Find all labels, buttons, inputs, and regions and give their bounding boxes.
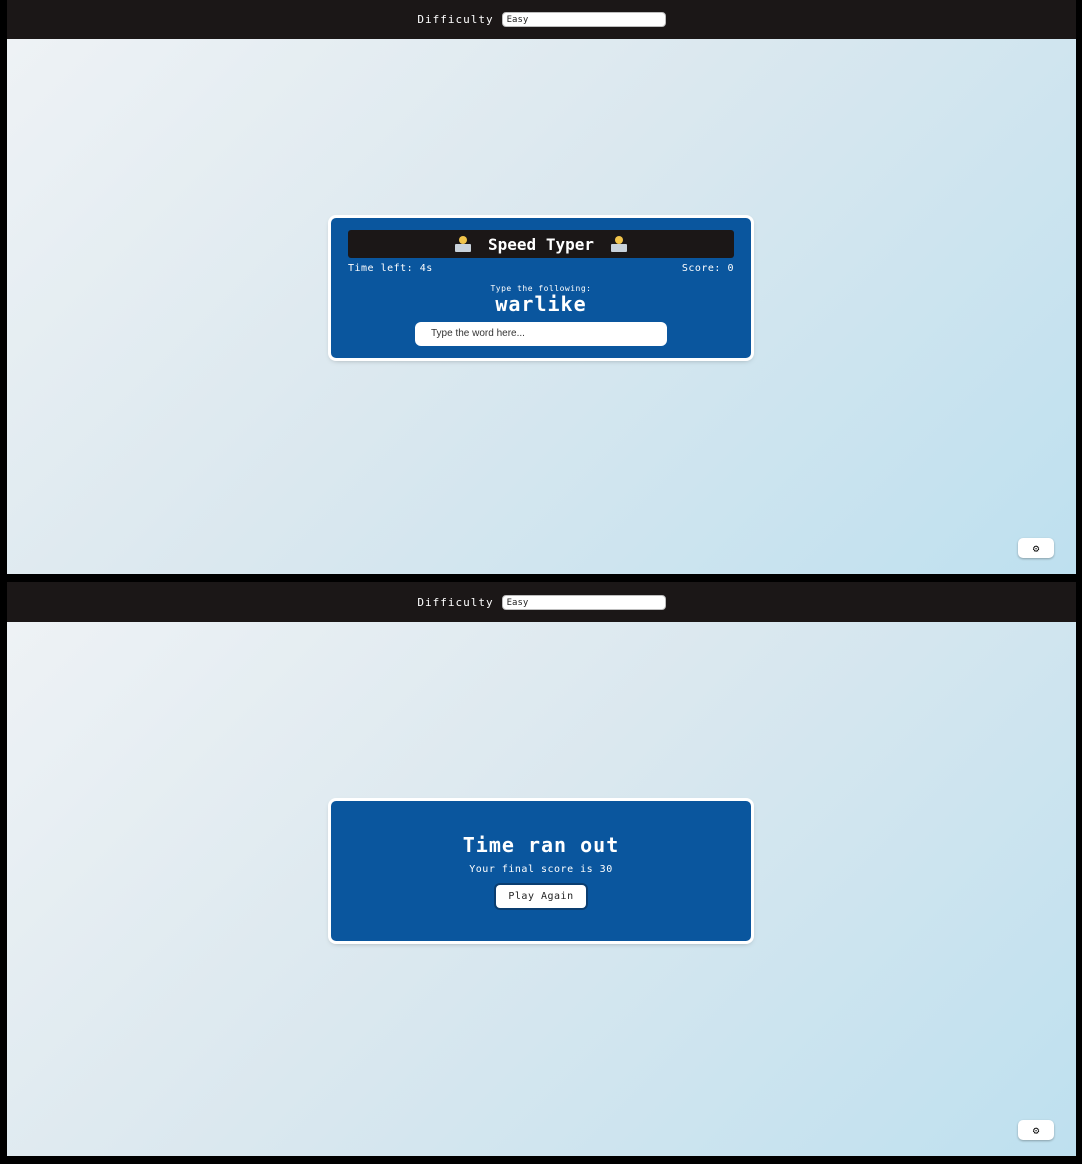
difficulty-label: Difficulty (417, 13, 494, 26)
end-card: Time ran out Your final score is 30 Play… (331, 801, 751, 941)
play-again-button[interactable]: Play Again (496, 885, 586, 908)
end-screen: Difficulty Easy Time ran out Your final … (7, 582, 1076, 1156)
title-bar: Speed Typer (348, 230, 734, 258)
settings-bar: Difficulty Easy (7, 582, 1076, 622)
game-title: Speed Typer (488, 234, 594, 254)
end-title: Time ran out (462, 833, 620, 857)
gear-icon: ⚙ (1032, 541, 1040, 555)
target-word: warlike (495, 292, 587, 316)
score: Score: 0 (681, 263, 734, 274)
technologist-emoji-icon (454, 236, 472, 252)
technologist-emoji-icon (610, 236, 628, 252)
settings-button[interactable]: ⚙ (1018, 1120, 1054, 1140)
difficulty-label: Difficulty (417, 595, 494, 609)
final-score: Your final score is 30 (469, 864, 613, 875)
game-card: Speed Typer Time left: 4s Score: 0 Type … (331, 218, 751, 358)
difficulty-select[interactable]: Easy (501, 594, 666, 610)
difficulty-select[interactable]: Easy (501, 12, 666, 27)
gear-icon: ⚙ (1032, 1123, 1040, 1137)
settings-button[interactable]: ⚙ (1018, 538, 1054, 558)
word-input[interactable]: Type the word here... (415, 322, 667, 346)
game-stage: Time ran out Your final score is 30 Play… (7, 622, 1076, 1156)
game-stage: Speed Typer Time left: 4s Score: 0 Type … (7, 39, 1076, 574)
settings-bar: Difficulty Easy (7, 0, 1076, 39)
game-screen: Difficulty Easy Speed Typer Time left: 4… (7, 0, 1076, 574)
time-left: Time left: 4s (348, 263, 433, 274)
